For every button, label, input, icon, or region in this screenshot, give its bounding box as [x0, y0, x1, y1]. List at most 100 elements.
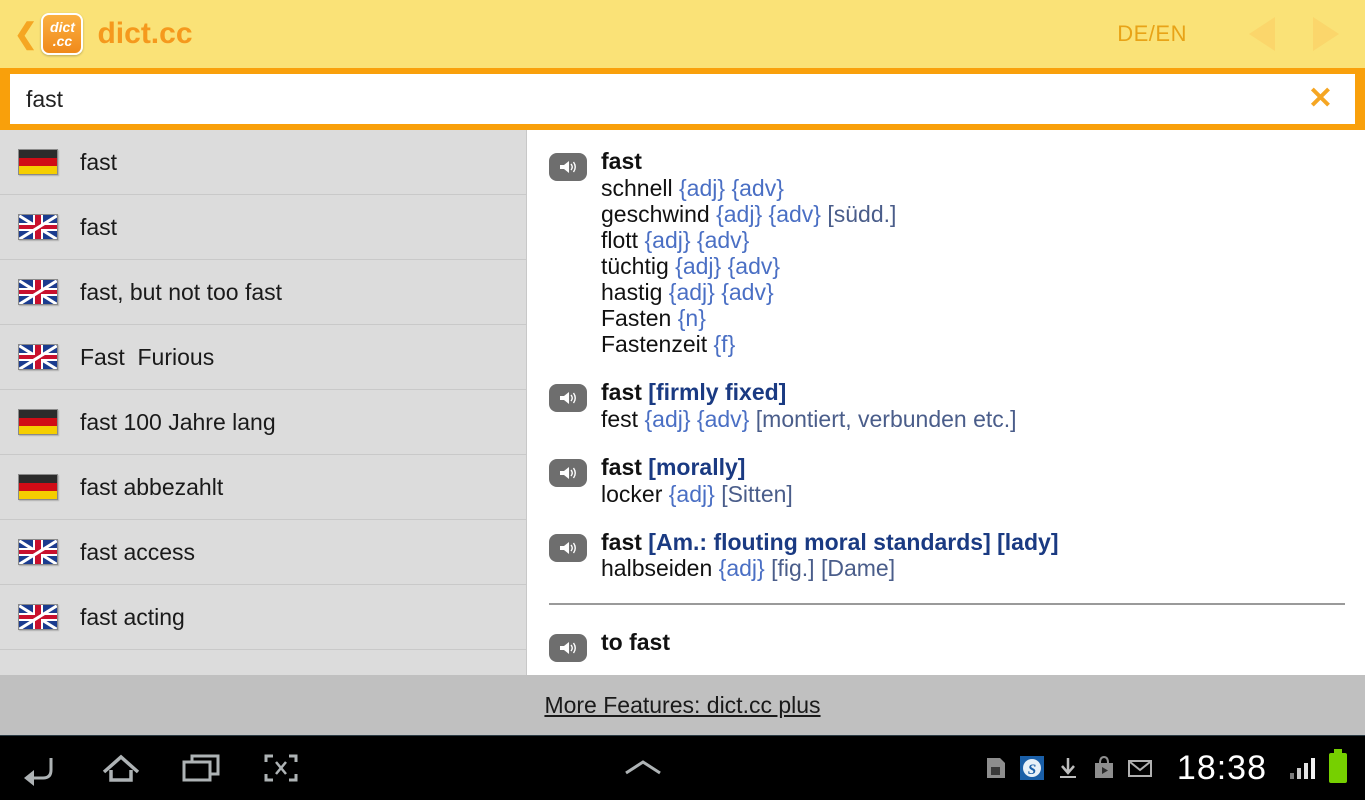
list-item[interactable]: fast 100 Jahre lang: [0, 390, 526, 455]
signal-bars-icon: [1290, 758, 1315, 779]
german-flag-icon: [18, 149, 58, 175]
word-class-tag: {n}: [677, 304, 706, 331]
entry-body: fast [Am.: flouting moral standards] [la…: [601, 529, 1058, 582]
entry-headword[interactable]: fast: [601, 148, 896, 175]
home-icon[interactable]: [98, 748, 144, 788]
translation-word: locker: [601, 480, 663, 507]
translation-word: Fastenzeit: [601, 330, 708, 357]
translation-word: geschwind: [601, 200, 710, 227]
headword-note: [Am.: flouting moral standards] [lady]: [648, 528, 1059, 555]
uk-flag-icon: [18, 344, 58, 370]
entry-headword[interactable]: fast [morally]: [601, 454, 793, 481]
headword-text: fast: [601, 528, 642, 555]
logo-line-2: .cc: [52, 33, 73, 49]
list-item[interactable]: fast: [0, 195, 526, 260]
translation-word: flott: [601, 226, 639, 253]
dictionary-entry: fast [firmly fixed] fest {adj} {adv} [mon…: [549, 379, 1345, 432]
entry-headword[interactable]: fast [firmly fixed]: [601, 379, 1017, 406]
chevron-up-icon[interactable]: [618, 753, 668, 783]
dictionary-entry: to fast: [549, 629, 1345, 663]
list-item-label: fast: [80, 213, 118, 240]
list-item[interactable]: Fast Furious: [0, 325, 526, 390]
word-class-tag: {adj}: [718, 555, 765, 582]
speaker-icon[interactable]: [549, 383, 587, 412]
list-item[interactable]: fast abbezahlt: [0, 455, 526, 520]
speaker-icon[interactable]: [549, 634, 587, 663]
list-item-label: fast abbezahlt: [80, 473, 224, 500]
list-item[interactable]: fast access: [0, 520, 526, 585]
translation-row[interactable]: Fasten {n}: [601, 305, 896, 331]
search-field[interactable]: fast ✕: [10, 74, 1355, 124]
list-item[interactable]: fast: [0, 130, 526, 195]
android-navigation-bar: S 18:38: [0, 735, 1365, 800]
logo-line-1: dict: [50, 19, 75, 35]
download-icon: [1059, 758, 1076, 778]
speaker-icon[interactable]: [549, 153, 587, 181]
headword-text: fast: [601, 378, 642, 405]
translation-row[interactable]: Fastenzeit {f}: [601, 331, 896, 357]
translation-word: Fasten: [601, 304, 672, 331]
translation-row[interactable]: hastig {adj} {adv}: [601, 279, 896, 305]
word-class-tag: {adj} {adv}: [644, 405, 750, 432]
translation-note: [südd.]: [827, 200, 897, 227]
translation-row[interactable]: flott {adj} {adv}: [601, 227, 896, 253]
recent-apps-icon[interactable]: [178, 748, 224, 788]
battery-full-icon: [1329, 749, 1347, 783]
body-area: fast fast fast, but not too fast Fast Furio…: [0, 130, 1365, 675]
status-icon-tray: S 18:38: [983, 749, 1347, 788]
translation-row[interactable]: schnell {adj} {adv}: [601, 175, 896, 201]
list-item-label: fast: [80, 148, 118, 175]
entry-headword[interactable]: fast [Am.: flouting moral standards] [la…: [601, 529, 1058, 556]
headword-text: fast: [601, 453, 642, 480]
close-icon[interactable]: ✕: [1302, 84, 1339, 114]
word-class-tag: {f}: [713, 330, 736, 357]
footer-banner[interactable]: More Features: dict.cc plus: [0, 675, 1365, 735]
translation-word: halbseiden: [601, 555, 713, 582]
skype-icon: S: [1019, 756, 1044, 780]
dictionary-entry: fast schnell {adj} {adv} geschwind {adj} {…: [549, 148, 1345, 357]
word-class-tag: {adj} {adv}: [679, 174, 784, 201]
headword-text: to fast: [601, 629, 670, 656]
speaker-icon[interactable]: [549, 533, 587, 562]
gmail-icon: [1127, 760, 1152, 777]
uk-flag-icon: [18, 279, 58, 305]
chevron-left-icon[interactable]: ❮: [14, 20, 37, 48]
suggestion-list[interactable]: fast fast fast, but not too fast Fast Furio…: [0, 130, 527, 675]
word-class-tag: {adj}: [668, 480, 715, 507]
dictionary-entry: fast [morally] locker {adj} [Sitten]: [549, 454, 1345, 507]
back-arrow-icon[interactable]: [18, 748, 64, 788]
more-features-link[interactable]: More Features: dict.cc plus: [544, 692, 820, 719]
word-class-tag: {adj} {adv}: [716, 200, 821, 227]
translation-word: schnell: [601, 174, 673, 201]
translation-word: fest: [601, 405, 639, 432]
speaker-icon[interactable]: [549, 458, 587, 487]
word-class-tag: {adj} {adv}: [668, 278, 774, 305]
language-pair-selector[interactable]: DE/EN: [1117, 21, 1187, 47]
app-header: ❮ dict .cc dict.cc DE/EN: [0, 0, 1365, 68]
search-input[interactable]: fast: [26, 87, 1302, 111]
uk-flag-icon: [18, 539, 58, 565]
word-class-tag: {adj} {adv}: [675, 252, 781, 279]
translation-note: [Sitten]: [721, 480, 793, 507]
triangle-left-icon[interactable]: [1249, 17, 1275, 51]
list-item[interactable]: fast, but not too fast: [0, 260, 526, 325]
translation-row[interactable]: halbseiden {adj} [fig.] [Dame]: [601, 555, 1058, 581]
app-root: ❮ dict .cc dict.cc DE/EN fast ✕ fast fast…: [0, 0, 1365, 800]
screen-capture-icon[interactable]: [258, 748, 304, 788]
headword-note: [firmly fixed]: [648, 378, 787, 405]
uk-flag-icon: [18, 604, 58, 630]
dictcc-logo-icon[interactable]: dict .cc: [41, 13, 84, 55]
entry-headword[interactable]: to fast: [601, 629, 670, 656]
translation-row[interactable]: geschwind {adj} {adv} [südd.]: [601, 201, 896, 227]
list-item-label: fast acting: [80, 603, 185, 630]
translation-row[interactable]: locker {adj} [Sitten]: [601, 481, 793, 507]
list-item-label: fast, but not too fast: [80, 278, 283, 305]
triangle-right-icon[interactable]: [1313, 17, 1339, 51]
svg-text:S: S: [1028, 762, 1036, 778]
translation-row[interactable]: tüchtig {adj} {adv}: [601, 253, 896, 279]
translation-row[interactable]: fest {adj} {adv} [montiert, verbunden et…: [601, 406, 1017, 432]
translation-note: [fig.] [Dame]: [771, 555, 896, 582]
sim-card-icon: [986, 758, 1005, 778]
play-store-icon: [1094, 755, 1113, 778]
list-item[interactable]: fast acting: [0, 585, 526, 650]
